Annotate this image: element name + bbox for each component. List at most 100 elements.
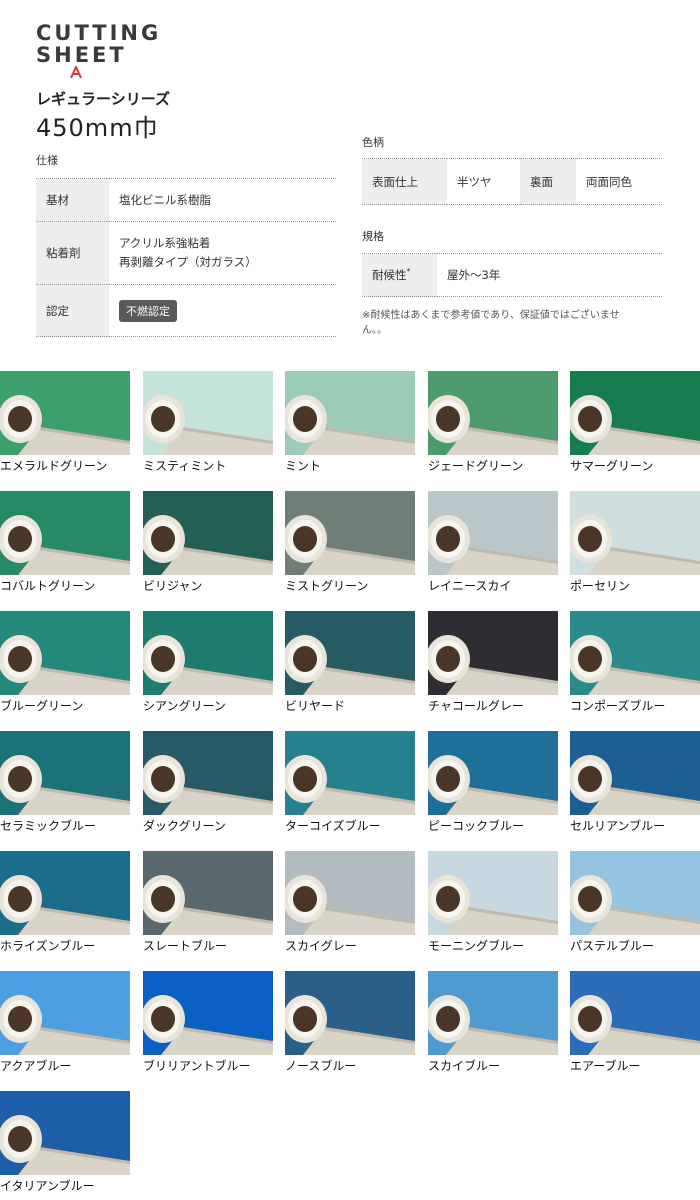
surface-label: 表面仕上 bbox=[362, 158, 447, 205]
vinyl-roll-image bbox=[0, 851, 130, 935]
spec-value-line: アクリル系強粘着 bbox=[119, 236, 211, 250]
vinyl-roll-image bbox=[143, 851, 273, 935]
brand-logo: CUTTING SHEET bbox=[36, 21, 176, 78]
swatch-name: ピーコックブルー bbox=[428, 819, 525, 833]
color-pattern-table: 表面仕上 半ツヤ 裏面 両面同色 bbox=[362, 158, 662, 205]
vinyl-roll-image bbox=[428, 731, 558, 815]
vinyl-roll-image bbox=[428, 371, 558, 455]
weather-label-text: 耐候性 bbox=[372, 268, 407, 282]
swatch-name: エメラルドグリーン bbox=[0, 459, 108, 473]
color-swatch: モーニングブルー bbox=[428, 851, 558, 954]
spec-label: 認定 bbox=[36, 284, 109, 337]
vinyl-roll-image bbox=[570, 851, 700, 935]
vinyl-roll-image bbox=[0, 371, 130, 455]
spec-value: 塩化ビニル系樹脂 bbox=[109, 178, 336, 222]
vinyl-roll-image bbox=[570, 611, 700, 695]
swatch-name: ミストグリーン bbox=[285, 579, 369, 593]
spec-label: 粘着剤 bbox=[36, 221, 109, 285]
logo-line1: CUTTING bbox=[36, 21, 162, 45]
swatch-name: ポーセリン bbox=[570, 579, 631, 593]
color-swatch: スカイブルー bbox=[428, 971, 558, 1074]
swatch-name: ミスティミント bbox=[143, 459, 227, 473]
spec-value: 不燃認定 bbox=[109, 284, 336, 337]
vinyl-roll-image bbox=[143, 971, 273, 1055]
vinyl-roll-image bbox=[0, 611, 130, 695]
weather-note: ※耐候性はあくまで参考値であり、保証値ではございません。。 bbox=[362, 310, 620, 336]
swatch-name: ミント bbox=[285, 459, 322, 473]
color-swatch: ピーコックブルー bbox=[428, 731, 558, 834]
color-swatch: イタリアンブルー bbox=[0, 1091, 130, 1194]
vinyl-roll-image bbox=[285, 491, 415, 575]
spec-table: 基材 塩化ビニル系樹脂 粘着剤 アクリル系強粘着 再剥離タイプ（対ガラス） 認定… bbox=[36, 178, 336, 337]
swatch-name: スカイブルー bbox=[428, 1059, 501, 1073]
weather-value: 屋外～3年 bbox=[437, 253, 662, 297]
swatch-name: シアングリーン bbox=[143, 699, 226, 713]
color-swatch: ホライズンブルー bbox=[0, 851, 130, 954]
spec-label: 基材 bbox=[36, 178, 109, 222]
color-swatch: ブリリアントブルー bbox=[143, 971, 273, 1074]
color-pattern-heading: 色柄 bbox=[362, 136, 384, 149]
standard-row: 耐候性* 屋外～3年 bbox=[362, 253, 662, 297]
swatch-name: コンポーズブルー bbox=[570, 699, 666, 713]
swatch-name: ジェードグリーン bbox=[428, 459, 524, 473]
logo-a-mark-icon bbox=[70, 66, 82, 78]
surface-value: 半ツヤ bbox=[447, 158, 520, 205]
swatch-name: セラミックブルー bbox=[0, 819, 97, 833]
vinyl-roll-image bbox=[285, 731, 415, 815]
vinyl-roll-image bbox=[428, 971, 558, 1055]
color-swatch: コバルトグリーン bbox=[0, 491, 130, 594]
swatch-name: チャコールグレー bbox=[428, 699, 524, 713]
spec-value-line: 再剥離タイプ（対ガラス） bbox=[119, 255, 257, 269]
swatch-name: ダックグリーン bbox=[143, 819, 226, 833]
color-swatch: パステルブルー bbox=[570, 851, 700, 954]
vinyl-roll-image bbox=[428, 491, 558, 575]
color-swatch: ポーセリン bbox=[570, 491, 700, 594]
cert-badge: 不燃認定 bbox=[119, 299, 177, 322]
vinyl-roll-image bbox=[570, 971, 700, 1055]
vinyl-roll-image bbox=[570, 491, 700, 575]
back-label: 裏面 bbox=[520, 158, 576, 205]
color-swatch: ミント bbox=[285, 371, 415, 474]
color-swatch: ターコイズブルー bbox=[285, 731, 415, 834]
swatch-name: イタリアンブルー bbox=[0, 1179, 95, 1193]
color-swatch: ビリジャン bbox=[143, 491, 273, 594]
swatch-name: ビリジャン bbox=[143, 579, 203, 593]
vinyl-roll-image bbox=[143, 731, 273, 815]
vinyl-roll-image bbox=[143, 611, 273, 695]
color-swatch: アクアブルー bbox=[0, 971, 130, 1074]
swatch-name: スレートブルー bbox=[143, 939, 228, 953]
swatch-name: サマーグリーン bbox=[570, 459, 654, 473]
color-swatch: セラミックブルー bbox=[0, 731, 130, 834]
standard-table: 耐候性* 屋外～3年 bbox=[362, 253, 662, 297]
vinyl-roll-image bbox=[285, 611, 415, 695]
color-swatch: セルリアンブルー bbox=[570, 731, 700, 834]
swatch-name: セルリアンブルー bbox=[570, 819, 666, 833]
vinyl-roll-image bbox=[0, 1091, 130, 1175]
color-swatch: ミスティミント bbox=[143, 371, 273, 474]
spec-row-base: 基材 塩化ビニル系樹脂 bbox=[36, 178, 336, 222]
vinyl-roll-image bbox=[0, 731, 130, 815]
standard-heading: 規格 bbox=[362, 230, 384, 243]
swatch-name: パステルブルー bbox=[570, 939, 655, 953]
vinyl-roll-image bbox=[0, 971, 130, 1055]
spec-row-adhesive: 粘着剤 アクリル系強粘着 再剥離タイプ（対ガラス） bbox=[36, 221, 336, 285]
logo-line2: SHEET bbox=[36, 43, 127, 67]
spec-heading: 仕様 bbox=[36, 154, 58, 167]
vinyl-roll-image bbox=[428, 851, 558, 935]
swatch-name: ブリリアントブルー bbox=[143, 1059, 251, 1073]
spec-value: アクリル系強粘着 再剥離タイプ（対ガラス） bbox=[109, 221, 336, 285]
vinyl-roll-image bbox=[570, 371, 700, 455]
swatch-name: ターコイズブルー bbox=[285, 819, 381, 833]
color-swatch: サマーグリーン bbox=[570, 371, 700, 474]
swatch-name: コバルトグリーン bbox=[0, 579, 96, 593]
color-swatch: エメラルドグリーン bbox=[0, 371, 130, 474]
vinyl-roll-image bbox=[285, 851, 415, 935]
vinyl-roll-image bbox=[143, 371, 273, 455]
color-swatch: ノースブルー bbox=[285, 971, 415, 1074]
color-swatch: ジェードグリーン bbox=[428, 371, 558, 474]
color-swatch: ビリヤード bbox=[285, 611, 415, 714]
swatch-name: ホライズンブルー bbox=[0, 939, 96, 953]
weather-mark: * bbox=[406, 267, 411, 277]
color-swatch: チャコールグレー bbox=[428, 611, 558, 714]
spec-row-cert: 認定 不燃認定 bbox=[36, 284, 336, 337]
